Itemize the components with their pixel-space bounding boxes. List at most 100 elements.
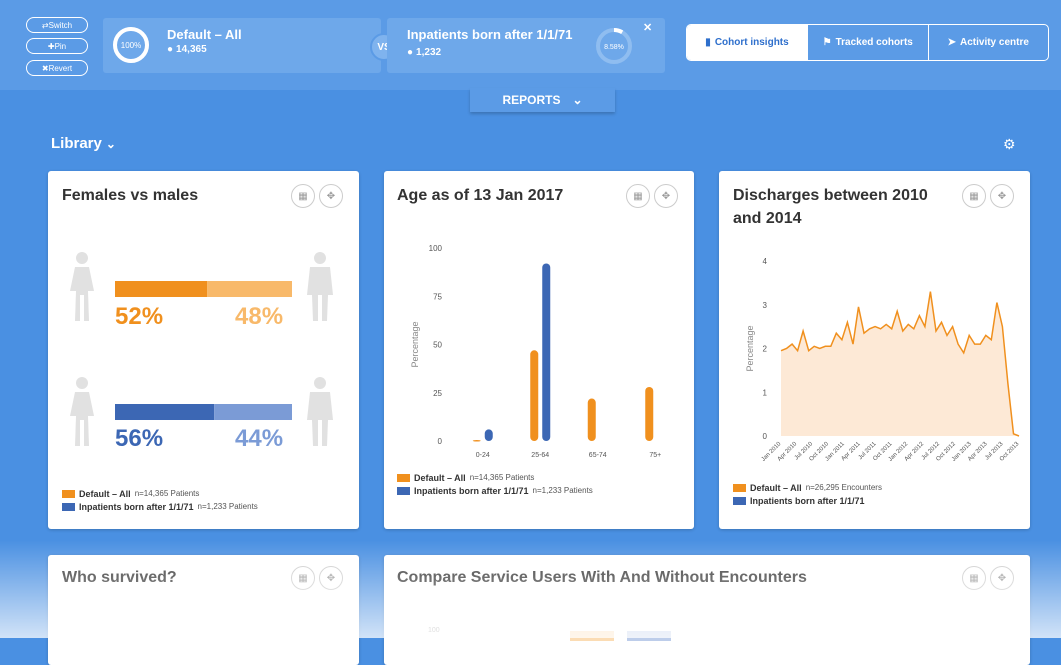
y-tick-label: 100 (429, 244, 443, 253)
area-fill (781, 291, 1019, 436)
female-icon (70, 377, 94, 446)
close-icon[interactable]: ✕ (643, 21, 652, 34)
legend: Default – All n=26,295 Encounters Inpatie… (733, 481, 882, 507)
chevron-down-icon: ⌄ (572, 93, 583, 107)
legend-n: n=1,233 Patients (197, 502, 258, 511)
y-axis-label: Percentage (745, 325, 755, 371)
legend-swatch (733, 483, 746, 492)
card-females-vs-males: Females vs males ▦ ✥ 52% 48% 56% 44% Def… (48, 171, 359, 529)
legend-item: Inpatients born after 1/1/71 (733, 494, 882, 507)
expand-icon[interactable]: ✥ (319, 184, 343, 208)
cohort-b-ring-text: 8.58% (604, 44, 624, 51)
gender-bar-a (115, 281, 292, 297)
y-tick-label: 25 (433, 389, 442, 398)
legend: Default – All n=14,365 Patients Inpatient… (397, 471, 593, 497)
expand-icon[interactable]: ✥ (319, 566, 343, 590)
table-icon[interactable]: ▦ (291, 566, 315, 590)
legend-label: Default – All (79, 488, 131, 499)
bar (542, 263, 551, 441)
cohort-b-ring: 8.58% (596, 28, 632, 64)
legend: Default – All n=14,365 Patients Inpatient… (62, 487, 258, 513)
switch-button[interactable]: ⇄Switch (26, 17, 88, 33)
tab-activity-centre[interactable]: ➤ Activity centre (927, 25, 1049, 60)
age-bar-chart: Percentage 0 25 50 75 100 0-24 25-64 65-74 75+ (410, 244, 661, 459)
gender-bar-b (115, 404, 292, 420)
card-discharges: Discharges between 2010 and 2014 ▦ ✥ Per… (719, 171, 1030, 529)
card-age: Age as of 13 Jan 2017 ▦ ✥ Percentage 0 25 5… (384, 171, 694, 529)
tab-label: Tracked cohorts (835, 37, 913, 48)
female-pct-a: 52% (115, 303, 164, 330)
bar-chart-icon: ▮ (705, 37, 711, 48)
legend-n: n=14,365 Patients (469, 473, 535, 482)
settings-gear-icon[interactable]: ⚙ (1003, 136, 1016, 153)
tab-cohort-insights[interactable]: ▮ Cohort insights (687, 25, 807, 60)
legend-label: Default – All (750, 482, 802, 493)
bar-mark (627, 631, 671, 641)
legend-item: Default – All n=14,365 Patients (397, 471, 593, 484)
tab-label: Cohort insights (714, 37, 789, 48)
card-title: Who survived? (62, 569, 177, 586)
y-tick-label: 50 (433, 341, 442, 350)
legend-label: Inpatients born after 1/1/71 (79, 501, 194, 512)
paper-plane-icon: ➤ (947, 37, 956, 48)
legend-n: n=1,233 Patients (532, 486, 593, 495)
pin-button[interactable]: ✚Pin (26, 38, 88, 54)
card-title: Discharges between 2010 and 2014 (733, 187, 928, 227)
card-title: Compare Service Users With And Without E… (397, 569, 807, 586)
library-dropdown[interactable]: Library ⌄ (51, 135, 116, 152)
cohort-b-panel[interactable]: Inpatients born after 1/1/71 ● 1,232 8.5… (387, 18, 665, 73)
female-pct-b: 56% (115, 425, 164, 452)
flag-icon: ⚑ (822, 37, 832, 48)
y-tick-label: 2 (763, 345, 768, 354)
cohort-b-count-value: 1,232 (416, 47, 442, 58)
table-icon[interactable]: ▦ (962, 184, 986, 208)
card-who-survived: Who survived? ▦ ✥ (48, 555, 359, 665)
person-icon: ● (407, 47, 414, 58)
x-tick-label: 75+ (649, 452, 661, 459)
legend-label: Default – All (414, 472, 466, 483)
cohort-a-name: Default – All (167, 27, 242, 42)
x-tick-label: 65-74 (589, 452, 607, 459)
reports-label: REPORTS (502, 93, 561, 107)
bar (472, 440, 481, 442)
male-pct-a: 48% (235, 303, 284, 330)
y-tick-label: 3 (763, 301, 768, 310)
tab-label: Activity centre (959, 37, 1029, 48)
table-icon[interactable]: ▦ (626, 184, 650, 208)
cohort-a-count-value: 14,365 (176, 44, 207, 55)
y-tick-label: 100 (428, 627, 440, 634)
tab-tracked-cohorts[interactable]: ⚑ Tracked cohorts (807, 25, 928, 60)
x-tick-label: 25-64 (531, 452, 549, 459)
top-bar: ⇄Switch ✚Pin ✖Revert 100% Default – All … (0, 0, 1061, 90)
legend-swatch (397, 486, 410, 495)
legend-item: Default – All n=26,295 Encounters (733, 481, 882, 494)
revert-button[interactable]: ✖Revert (26, 60, 88, 76)
reports-dropdown[interactable]: REPORTS ⌄ (470, 88, 615, 112)
person-icon: ● (167, 44, 174, 55)
legend-label: Inpatients born after 1/1/71 (750, 495, 865, 506)
y-tick-label: 1 (763, 388, 768, 397)
legend-item: Inpatients born after 1/1/71 n=1,233 Pati… (397, 484, 593, 497)
cohort-a-ring-text: 100% (121, 41, 141, 50)
legend-n: n=14,365 Patients (134, 489, 200, 498)
card-compare-service-users: Compare Service Users With And Without E… (384, 555, 1030, 665)
legend-swatch (62, 502, 75, 511)
table-icon[interactable]: ▦ (962, 566, 986, 590)
male-icon (307, 377, 333, 446)
female-icon (70, 252, 94, 321)
bar (645, 386, 654, 441)
legend-label: Inpatients born after 1/1/71 (414, 485, 529, 496)
bar (530, 350, 539, 441)
switch-label: ⇄Switch (41, 20, 73, 30)
y-tick-label: 0 (763, 432, 768, 441)
table-icon[interactable]: ▦ (291, 184, 315, 208)
bar-mark (570, 631, 614, 641)
expand-icon[interactable]: ✥ (990, 184, 1014, 208)
bar (484, 429, 493, 441)
cohort-b-name: Inpatients born after 1/1/71 (407, 27, 573, 42)
expand-icon[interactable]: ✥ (990, 566, 1014, 590)
cohort-a-panel[interactable]: 100% Default – All ● 14,365 (103, 18, 381, 73)
legend-swatch (733, 496, 746, 505)
legend-item: Default – All n=14,365 Patients (62, 487, 258, 500)
expand-icon[interactable]: ✥ (654, 184, 678, 208)
